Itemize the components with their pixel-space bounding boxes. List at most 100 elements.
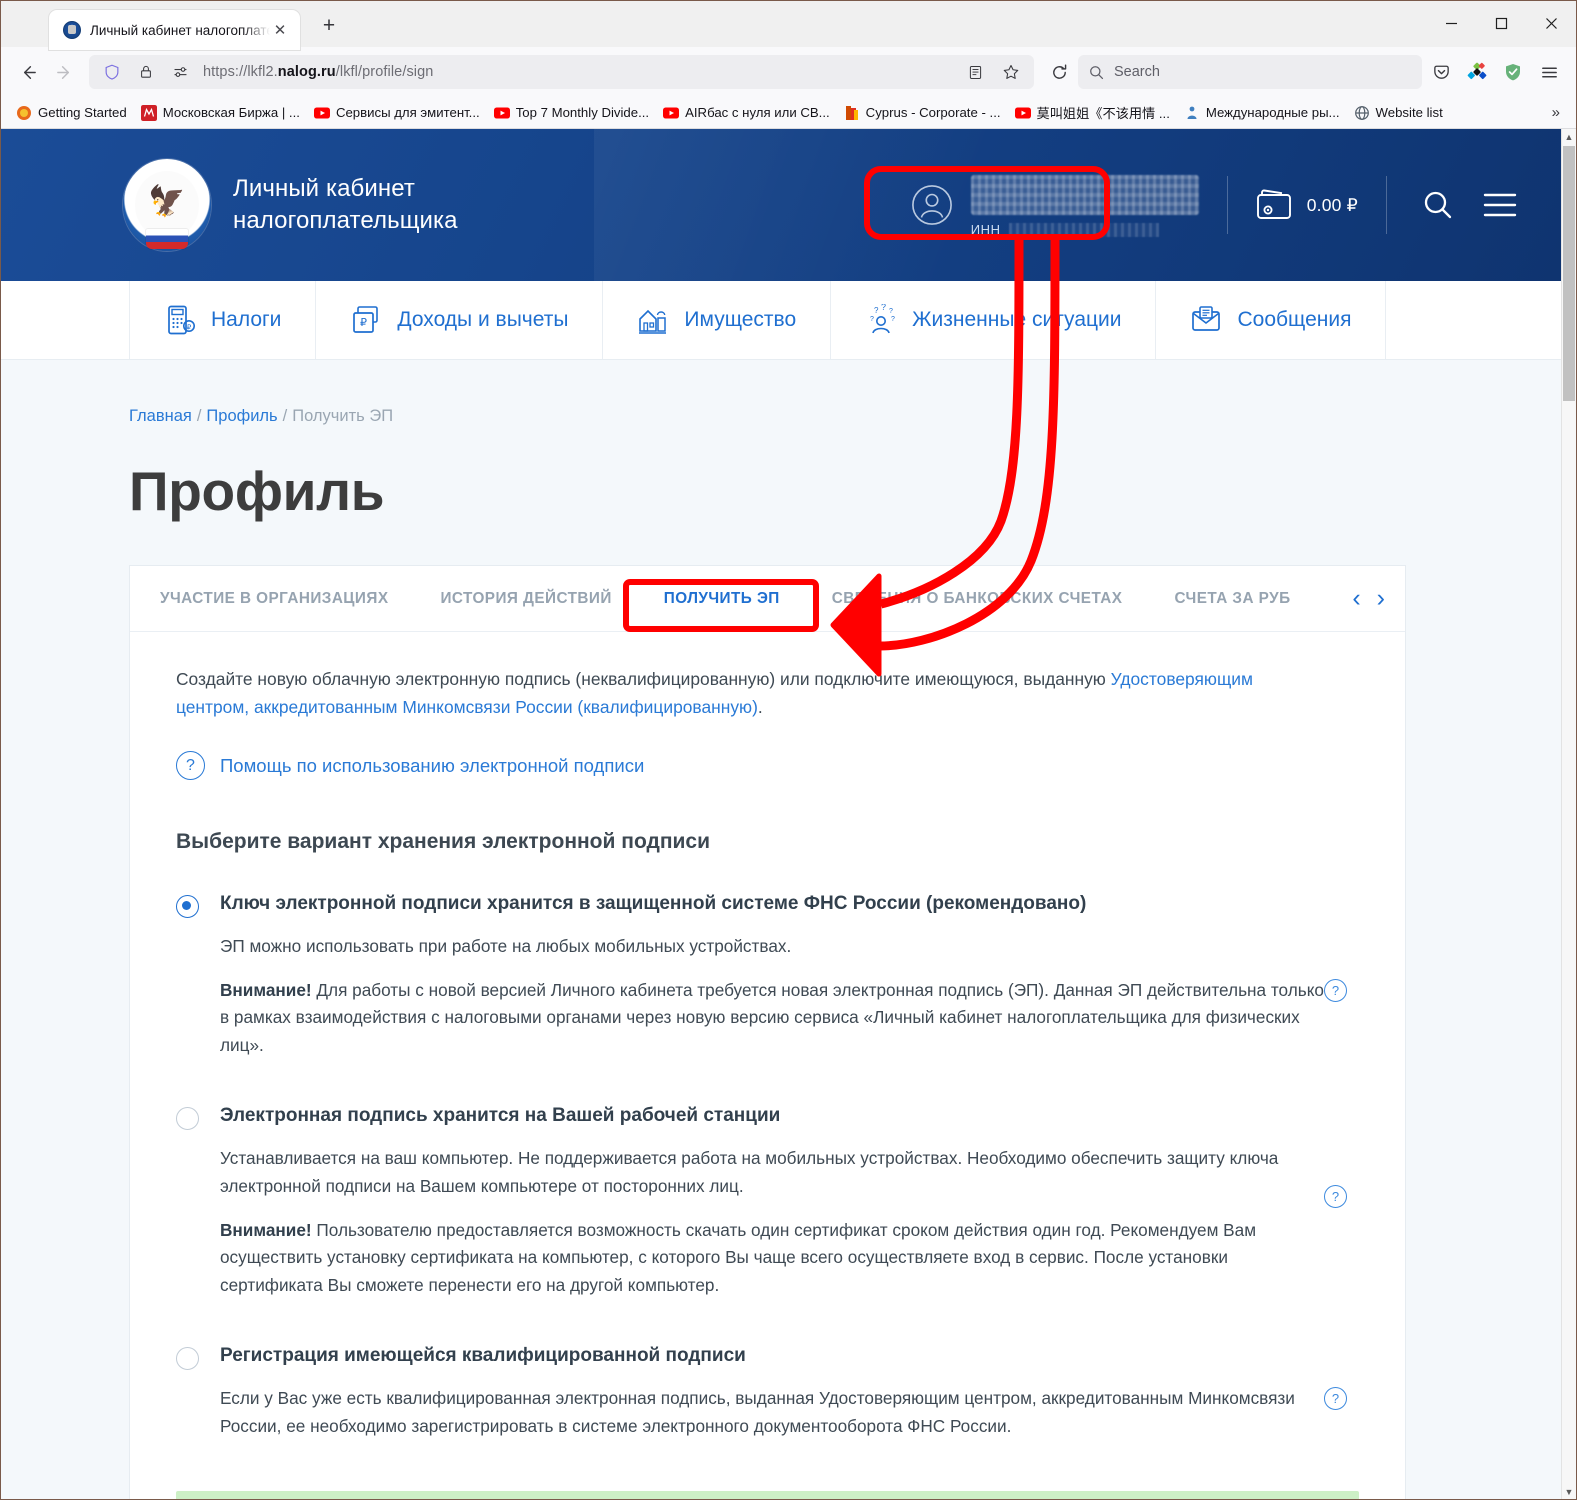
tabs-pager: ‹ ›: [1352, 586, 1405, 611]
option-help-icon[interactable]: ?: [1324, 978, 1347, 1002]
breadcrumb: Главная / Профиль / Получить ЭП: [1, 360, 1561, 426]
inn-row: ИНН: [971, 222, 1199, 237]
url-bar[interactable]: https://lkfl2.nalog.ru/lkfl/profile/sign: [89, 55, 1034, 89]
back-button[interactable]: [11, 55, 45, 89]
tax-calculator-icon: ₽: [168, 305, 195, 335]
breadcrumb-profile[interactable]: Профиль: [206, 407, 277, 425]
help-link-label: Помощь по использованию электронной подп…: [220, 754, 645, 776]
radio-workstation[interactable]: [176, 1107, 199, 1131]
tabs-prev-button[interactable]: ‹: [1352, 586, 1360, 611]
youtube-icon: [663, 107, 680, 118]
inn-label: ИНН: [970, 222, 1001, 237]
firefox-icon: [17, 105, 31, 120]
tab-foreign-accounts[interactable]: СЧЕТА ЗА РУБ: [1148, 566, 1316, 631]
pwc-icon: [845, 105, 858, 120]
save-to-pocket-icon[interactable]: [1424, 55, 1458, 89]
url-bar-actions: [958, 55, 1028, 89]
shield-icon[interactable]: [95, 55, 129, 89]
tab-strip: Личный кабинет налогоплате... ✕ +: [1, 1, 1576, 50]
permissions-icon[interactable]: [163, 55, 197, 89]
extension-colorful-icon[interactable]: [1460, 55, 1494, 89]
nav-item-property[interactable]: Имущество: [602, 281, 830, 359]
svg-text:₽: ₽: [187, 324, 192, 332]
bookmark-item[interactable]: AIRбас с нуля или СВ...: [656, 102, 837, 124]
url-text[interactable]: https://lkfl2.nalog.ru/lkfl/profile/sign: [197, 64, 433, 80]
close-window-button[interactable]: [1526, 1, 1576, 45]
vertical-scrollbar[interactable]: ▲ ▼: [1561, 129, 1576, 1499]
main-navigation: ₽ Налоги ₽ Доходы и вычеты Имущество ???…: [1, 281, 1561, 360]
nav-label: Жизненные ситуации: [912, 308, 1122, 331]
user-block[interactable]: ИНН: [911, 173, 1199, 237]
tab-action-history[interactable]: ИСТОРИЯ ДЕЙСТВИЙ: [414, 566, 637, 631]
lock-icon: [129, 55, 163, 89]
radio-fns-cloud[interactable]: [176, 895, 199, 918]
logo-line-2: налогоплательщика: [233, 207, 458, 234]
app-menu-button[interactable]: [1532, 55, 1566, 89]
tab-close-icon[interactable]: ✕: [270, 20, 290, 40]
bookmark-label: Cyprus - Corporate - ...: [865, 105, 1001, 120]
search-input[interactable]: Search: [1078, 55, 1422, 89]
breadcrumb-separator: /: [282, 407, 288, 425]
scroll-down-arrow-icon[interactable]: ▼: [1562, 1484, 1576, 1499]
site-logo-text: Личный кабинет налогоплательщика: [233, 173, 458, 236]
page-title: Профиль: [129, 460, 385, 522]
minimize-button[interactable]: [1426, 1, 1476, 45]
adguard-shield-icon[interactable]: [1496, 55, 1530, 89]
help-link[interactable]: ? Помощь по использованию электронной по…: [176, 751, 1359, 780]
profile-card: УЧАСТИЕ В ОРГАНИЗАЦИЯХ ИСТОРИЯ ДЕЙСТВИЙ …: [129, 565, 1406, 1499]
tab-get-ep[interactable]: ПОЛУЧИТЬ ЭП: [638, 566, 806, 631]
nav-item-taxes[interactable]: ₽ Налоги: [129, 281, 315, 359]
bookmark-label: Top 7 Monthly Divide...: [515, 105, 650, 120]
reload-button[interactable]: [1042, 55, 1076, 89]
new-tab-button[interactable]: +: [312, 9, 346, 43]
bookmark-item[interactable]: Международные ры...: [1177, 102, 1347, 124]
nav-item-income-deductions[interactable]: ₽ Доходы и вычеты: [315, 281, 602, 359]
bookmark-star-icon[interactable]: [994, 55, 1028, 89]
header-divider: [1386, 176, 1387, 234]
option-paragraph-text: Если у Вас уже есть квалифицированная эл…: [220, 1387, 1295, 1436]
bookmark-label: Международные ры...: [1205, 105, 1340, 120]
bookmark-label: AIRбас с нуля или СВ...: [685, 105, 830, 120]
scrollbar-thumb[interactable]: [1563, 146, 1575, 401]
property-house-icon: [639, 309, 667, 334]
option-title: Регистрация имеющейся квалифицированной …: [220, 1345, 746, 1367]
bookmark-label: Московская Биржа | ...: [162, 105, 300, 120]
option-help-icon[interactable]: ?: [1324, 1184, 1347, 1208]
bookmark-label: Getting Started: [38, 105, 127, 120]
reader-mode-icon[interactable]: [958, 55, 992, 89]
nav-item-messages[interactable]: Сообщения: [1155, 281, 1387, 359]
option-help-icon[interactable]: ?: [1324, 1386, 1347, 1410]
user-name-block: ИНН: [970, 173, 1199, 237]
wallet-icon: [1256, 189, 1291, 219]
tab-favicon-icon: [63, 21, 81, 39]
search-icon: [1424, 191, 1452, 219]
bookmark-item[interactable]: Сервисы для эмитент...: [307, 102, 487, 124]
tabs-next-button[interactable]: ›: [1377, 586, 1385, 611]
bookmarks-overflow-button[interactable]: »: [1544, 104, 1568, 121]
svg-text:₽: ₽: [360, 317, 367, 329]
nav-item-life-situations[interactable]: ????? Жизненные ситуации: [830, 281, 1155, 359]
breadcrumb-home[interactable]: Главная: [129, 407, 192, 425]
site-logo[interactable]: 🦅 Личный кабинет налогоплательщика: [123, 159, 458, 251]
tab-bank-accounts[interactable]: СВЕДЕНИЯ О БАНКОВСКИХ СЧЕТАХ: [806, 566, 1149, 631]
scroll-up-arrow-icon[interactable]: ▲: [1562, 129, 1576, 145]
site-menu-button[interactable]: [1477, 182, 1523, 228]
bookmark-item[interactable]: Getting Started: [9, 102, 134, 124]
site-search-button[interactable]: [1415, 182, 1461, 228]
bookmark-item[interactable]: 莫叫姐姐《不该用情 ...: [1008, 100, 1177, 125]
radio-existing-qualified[interactable]: [176, 1347, 199, 1371]
maximize-button[interactable]: [1476, 1, 1526, 45]
bookmark-item[interactable]: Московская Биржа | ...: [134, 102, 307, 124]
bookmark-item[interactable]: Cyprus - Corporate - ...: [837, 102, 1008, 124]
bookmark-item[interactable]: Website list: [1347, 102, 1450, 124]
bookmark-item[interactable]: Top 7 Monthly Divide...: [487, 102, 656, 124]
navigation-toolbar: https://lkfl2.nalog.ru/lkfl/profile/sign…: [1, 47, 1576, 97]
wallet-balance[interactable]: 0.00 ₽: [1256, 189, 1358, 221]
tab-organizations[interactable]: УЧАСТИЕ В ОРГАНИЗАЦИЯХ: [134, 566, 414, 631]
bookmarks-bar: Getting Started Московская Биржа | ... С…: [1, 97, 1576, 129]
nav-label: Имущество: [684, 308, 797, 331]
search-icon: [1090, 65, 1104, 79]
breadcrumb-separator: /: [196, 407, 202, 425]
forward-button[interactable]: [47, 55, 81, 89]
browser-tab[interactable]: Личный кабинет налогоплате... ✕: [49, 10, 300, 50]
